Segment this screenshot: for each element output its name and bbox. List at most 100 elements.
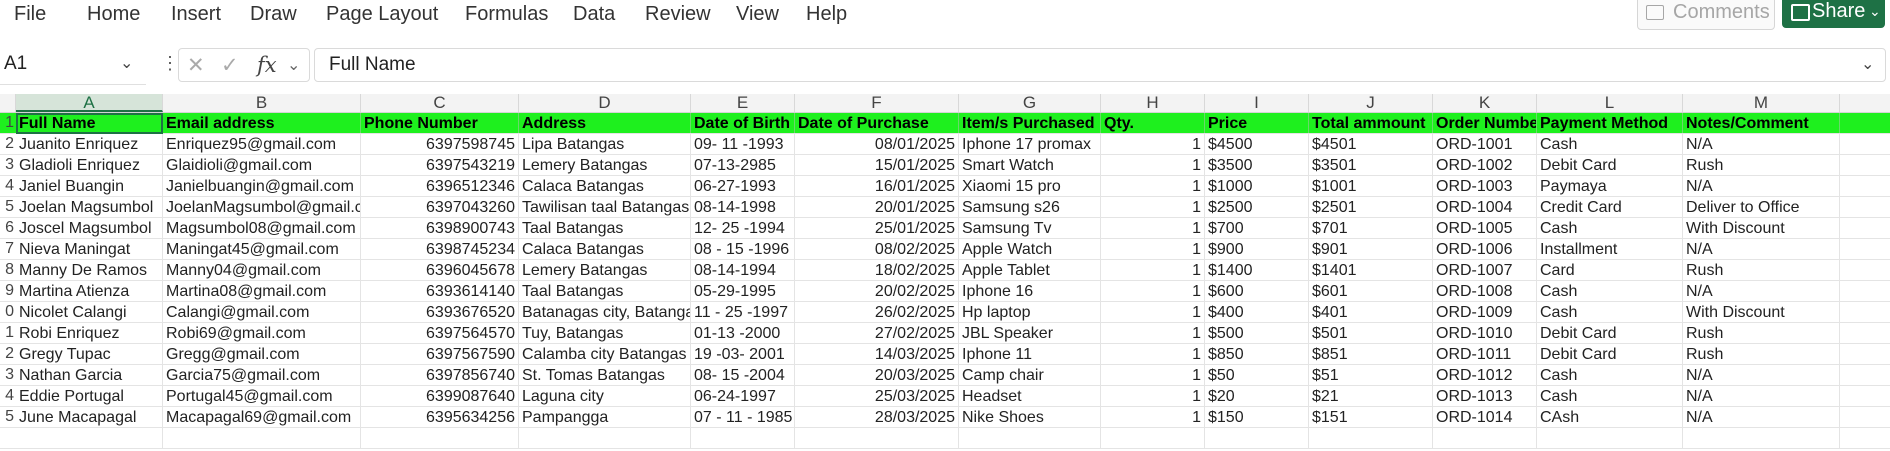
header-cell[interactable]: Payment Method bbox=[1537, 113, 1683, 133]
menu-page-layout[interactable]: Page Layout bbox=[326, 3, 438, 25]
empty-cell[interactable] bbox=[1309, 428, 1433, 448]
table-cell[interactable]: ORD-1002 bbox=[1433, 155, 1537, 175]
table-cell[interactable]: Laguna city bbox=[519, 386, 691, 406]
table-cell[interactable]: 05-29-1995 bbox=[691, 281, 795, 301]
table-cell[interactable]: 1 bbox=[1101, 386, 1205, 406]
header-cell[interactable]: Email address bbox=[163, 113, 361, 133]
table-cell[interactable]: $700 bbox=[1205, 218, 1309, 238]
empty-cell[interactable] bbox=[163, 428, 361, 448]
function-icon[interactable]: fx bbox=[257, 53, 277, 77]
select-all-corner[interactable] bbox=[0, 94, 16, 112]
table-cell[interactable]: 1 bbox=[1101, 281, 1205, 301]
table-cell[interactable]: $501 bbox=[1309, 323, 1433, 343]
table-cell[interactable]: 07-13-2985 bbox=[691, 155, 795, 175]
more-options-icon[interactable]: ⋮ bbox=[161, 53, 179, 74]
comments-button[interactable]: Comments bbox=[1637, 0, 1775, 30]
table-cell[interactable]: Robi69@gmail.com bbox=[163, 323, 361, 343]
table-cell[interactable]: 1 bbox=[1101, 197, 1205, 217]
confirm-icon[interactable]: ✓ bbox=[221, 53, 239, 78]
column-header[interactable]: F bbox=[795, 94, 959, 112]
table-cell[interactable]: 1 bbox=[1101, 134, 1205, 154]
table-cell[interactable]: Cash bbox=[1537, 302, 1683, 322]
table-cell[interactable]: 08- 15 -2004 bbox=[691, 365, 795, 385]
row-number[interactable]: 1 bbox=[0, 113, 14, 133]
table-cell[interactable]: CAsh bbox=[1537, 407, 1683, 427]
table-cell[interactable]: Garcia75@gmail.com bbox=[163, 365, 361, 385]
table-cell[interactable]: ORD-1009 bbox=[1433, 302, 1537, 322]
table-cell[interactable]: 1 bbox=[1101, 302, 1205, 322]
column-header[interactable]: M bbox=[1683, 94, 1840, 112]
table-cell[interactable]: JoelanMagsumbol@gmail.c bbox=[163, 197, 361, 217]
table-cell[interactable]: 19 -03- 2001 bbox=[691, 344, 795, 364]
table-cell[interactable]: Cash bbox=[1537, 365, 1683, 385]
empty-cell[interactable] bbox=[361, 428, 519, 448]
table-cell[interactable]: Samsung Tv bbox=[959, 218, 1101, 238]
row-number[interactable]: 3 bbox=[0, 155, 14, 175]
menu-data[interactable]: Data bbox=[573, 3, 615, 25]
table-cell[interactable]: Cash bbox=[1537, 281, 1683, 301]
table-cell[interactable]: 15/01/2025 bbox=[795, 155, 959, 175]
table-cell[interactable]: N/A bbox=[1683, 386, 1840, 406]
table-cell[interactable]: 06-24-1997 bbox=[691, 386, 795, 406]
table-cell[interactable]: 1 bbox=[1101, 407, 1205, 427]
table-cell[interactable]: St. Tomas Batangas bbox=[519, 365, 691, 385]
table-cell[interactable]: Lemery Batangas bbox=[519, 260, 691, 280]
header-cell[interactable]: Date of Birth bbox=[691, 113, 795, 133]
table-cell[interactable]: Rush bbox=[1683, 323, 1840, 343]
column-header[interactable]: C bbox=[361, 94, 519, 112]
table-cell[interactable]: 6393676520 bbox=[361, 302, 519, 322]
table-cell[interactable]: $401 bbox=[1309, 302, 1433, 322]
table-cell[interactable]: N/A bbox=[1683, 176, 1840, 196]
empty-cell[interactable] bbox=[959, 428, 1101, 448]
table-cell[interactable]: $900 bbox=[1205, 239, 1309, 259]
table-cell[interactable]: 1 bbox=[1101, 155, 1205, 175]
table-cell[interactable]: Installment bbox=[1537, 239, 1683, 259]
empty-cell[interactable] bbox=[16, 428, 163, 448]
table-cell[interactable]: 1 bbox=[1101, 260, 1205, 280]
table-cell[interactable]: 6398900743 bbox=[361, 218, 519, 238]
table-cell[interactable]: Glaidioli@gmail.com bbox=[163, 155, 361, 175]
row-number[interactable]: 5 bbox=[0, 197, 14, 217]
table-cell[interactable]: 16/01/2025 bbox=[795, 176, 959, 196]
menu-home[interactable]: Home bbox=[87, 3, 140, 25]
table-cell[interactable]: 1 bbox=[1101, 239, 1205, 259]
header-cell[interactable]: Phone Number bbox=[361, 113, 519, 133]
formula-input[interactable]: Full Name ⌄ bbox=[314, 48, 1886, 82]
table-cell[interactable]: 6397043260 bbox=[361, 197, 519, 217]
table-cell[interactable]: JBL Speaker bbox=[959, 323, 1101, 343]
table-cell[interactable]: Nieva Maningat bbox=[16, 239, 163, 259]
table-cell[interactable]: Apple Tablet bbox=[959, 260, 1101, 280]
row-number[interactable]: 2 bbox=[0, 134, 14, 154]
table-cell[interactable]: 1 bbox=[1101, 365, 1205, 385]
menu-review[interactable]: Review bbox=[645, 3, 711, 25]
cancel-icon[interactable]: ✕ bbox=[187, 53, 205, 78]
table-cell[interactable]: Juanito Enriquez bbox=[16, 134, 163, 154]
empty-cell[interactable] bbox=[1433, 428, 1537, 448]
table-cell[interactable]: 18/02/2025 bbox=[795, 260, 959, 280]
table-cell[interactable]: With Discount bbox=[1683, 218, 1840, 238]
table-cell[interactable]: Debit Card bbox=[1537, 323, 1683, 343]
row-number[interactable]: 1 bbox=[0, 323, 14, 343]
table-cell[interactable]: Deliver to Office bbox=[1683, 197, 1840, 217]
table-cell[interactable]: 20/02/2025 bbox=[795, 281, 959, 301]
table-cell[interactable]: Martina Atienza bbox=[16, 281, 163, 301]
table-cell[interactable]: ORD-1013 bbox=[1433, 386, 1537, 406]
table-cell[interactable]: Janielbuangin@gmail.com bbox=[163, 176, 361, 196]
table-cell[interactable]: Calangi@gmail.com bbox=[163, 302, 361, 322]
table-cell[interactable]: Rush bbox=[1683, 344, 1840, 364]
empty-cell[interactable] bbox=[691, 428, 795, 448]
table-cell[interactable]: Manny De Ramos bbox=[16, 260, 163, 280]
row-number[interactable]: 4 bbox=[0, 386, 14, 406]
table-cell[interactable]: Cash bbox=[1537, 386, 1683, 406]
table-cell[interactable]: 6397598745 bbox=[361, 134, 519, 154]
header-cell[interactable]: Total ammount bbox=[1309, 113, 1433, 133]
table-cell[interactable]: 6395634256 bbox=[361, 407, 519, 427]
header-cell[interactable]: Address bbox=[519, 113, 691, 133]
table-cell[interactable]: Smart Watch bbox=[959, 155, 1101, 175]
row-number[interactable]: 8 bbox=[0, 260, 14, 280]
table-cell[interactable]: 14/03/2025 bbox=[795, 344, 959, 364]
table-cell[interactable]: Card bbox=[1537, 260, 1683, 280]
table-cell[interactable]: 20/01/2025 bbox=[795, 197, 959, 217]
table-cell[interactable]: Manny04@gmail.com bbox=[163, 260, 361, 280]
table-cell[interactable]: Rush bbox=[1683, 155, 1840, 175]
